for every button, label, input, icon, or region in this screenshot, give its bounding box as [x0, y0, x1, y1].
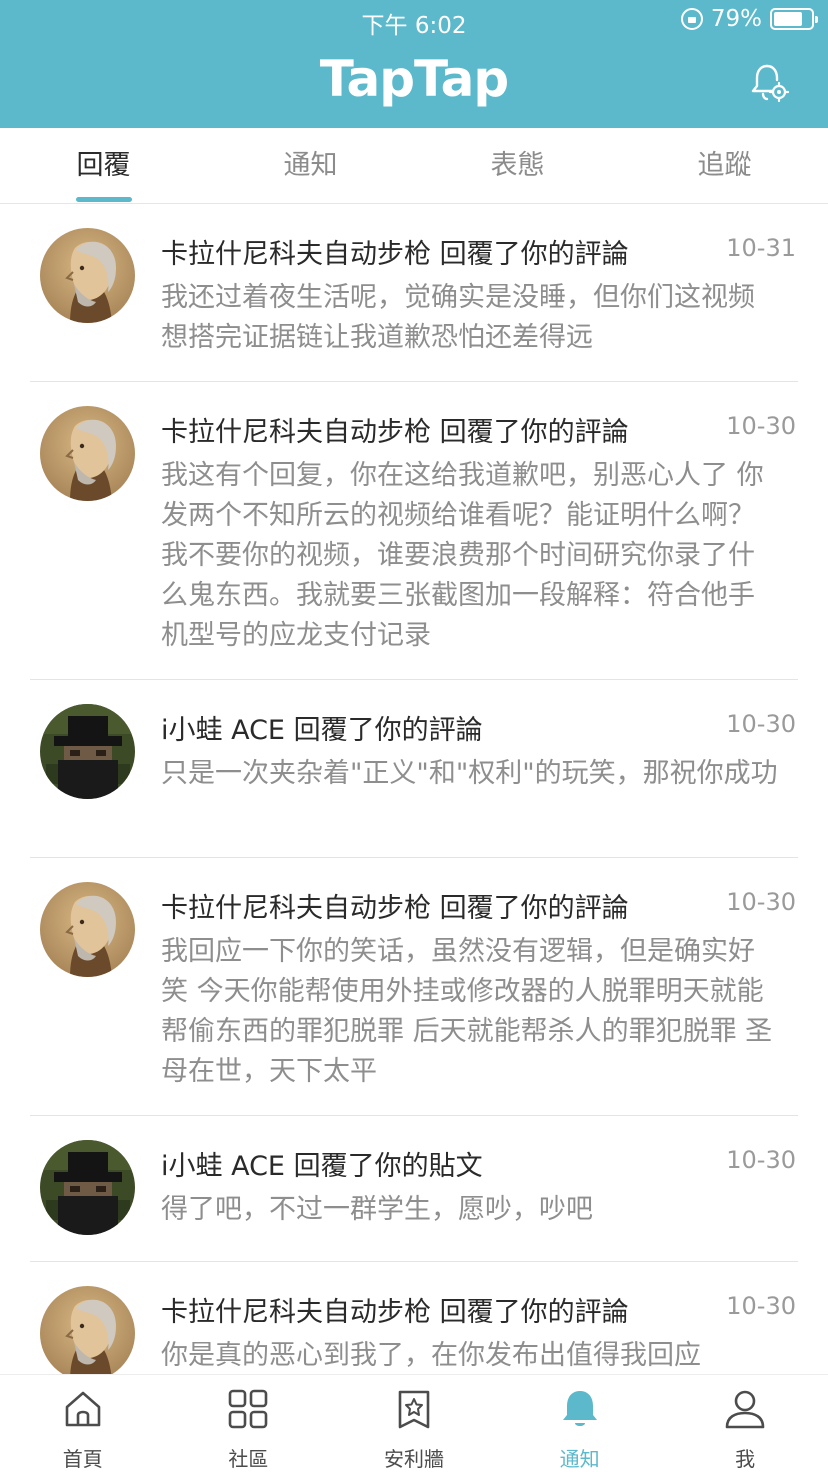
item-body: 我这有个回复，你在这给我道歉吧，别恶心人了 你发两个不知所云的视频给谁看呢？能证…	[161, 460, 764, 651]
item-date: 10-30	[726, 888, 796, 916]
tab-label: 通知	[283, 150, 338, 181]
elder-portrait-avatar[interactable]	[40, 1286, 135, 1374]
item-date: 10-30	[726, 412, 796, 440]
nav-label: 安利牆	[383, 1447, 444, 1471]
tab-bar: 回覆 通知 表態 追蹤	[0, 128, 828, 204]
item-title: i小蛙 ACE 回覆了你的貼文	[161, 1151, 483, 1182]
tab-replies[interactable]: 回覆	[0, 128, 207, 203]
grid-icon	[229, 1389, 268, 1429]
notification-list: 卡拉什尼科夫自动步枪 回覆了你的評論 10-31 我还过着夜生活呢，觉确实是没睡…	[0, 204, 828, 1374]
status-right: 79%	[680, 6, 818, 32]
pixel-hat-avatar[interactable]	[40, 704, 135, 799]
app-title: TapTap	[319, 50, 509, 108]
item-body: 我回应一下你的笑话，虽然没有逻辑，但是确实好笑 今天你能帮使用外挂或修改器的人脱…	[161, 936, 773, 1087]
nav-label: 首頁	[62, 1447, 103, 1471]
bell-settings-icon[interactable]	[750, 62, 790, 104]
star-badge-icon	[398, 1390, 430, 1429]
item-date: 10-30	[726, 1292, 796, 1320]
battery-icon	[770, 8, 818, 30]
app-header: 下午 6:02 79% TapTap	[0, 0, 828, 128]
list-item[interactable]: 卡拉什尼科夫自动步枪 回覆了你的評論 10-30 你是真的恶心到我了，在你发布出…	[30, 1262, 798, 1374]
nav-label: 社區	[228, 1447, 269, 1471]
item-title: 卡拉什尼科夫自动步枪 回覆了你的評論	[161, 239, 629, 270]
tab-following[interactable]: 追蹤	[621, 128, 828, 203]
battery-fill	[774, 12, 803, 26]
item-title: 卡拉什尼科夫自动步枪 回覆了你的評論	[161, 1297, 629, 1328]
rotation-lock-icon	[680, 8, 703, 30]
tab-label: 表態	[490, 150, 545, 181]
nav-home[interactable]: 首頁	[0, 1375, 166, 1472]
user-icon	[725, 1390, 765, 1429]
nav-community[interactable]: 社區	[166, 1375, 332, 1472]
list-item[interactable]: 卡拉什尼科夫自动步枪 回覆了你的評論 10-30 我回应一下你的笑话，虽然没有逻…	[30, 858, 798, 1116]
list-item[interactable]: i小蛙 ACE 回覆了你的貼文 10-30 得了吧，不过一群学生，愿吵，吵吧	[30, 1116, 798, 1262]
tab-label: 追蹤	[697, 150, 752, 181]
item-date: 10-30	[726, 710, 796, 738]
nav-label: 我	[735, 1447, 756, 1471]
nav-notifications[interactable]: 通知	[497, 1375, 663, 1472]
tab-label: 回覆	[76, 150, 131, 181]
tab-notifications[interactable]: 通知	[207, 128, 414, 203]
list-item[interactable]: 卡拉什尼科夫自动步枪 回覆了你的評論 10-30 我这有个回复，你在这给我道歉吧…	[30, 382, 798, 680]
item-title: i小蛙 ACE 回覆了你的評論	[161, 715, 483, 746]
item-body: 只是一次夹杂着"正义"和"权利"的玩笑，那祝你成功	[161, 758, 778, 789]
item-title: 卡拉什尼科夫自动步枪 回覆了你的評論	[161, 893, 629, 924]
home-icon	[65, 1391, 101, 1427]
elder-portrait-avatar[interactable]	[40, 406, 135, 501]
item-date: 10-30	[726, 1146, 796, 1174]
nav-recommend-wall[interactable]: 安利牆	[331, 1375, 497, 1472]
tab-reactions[interactable]: 表態	[414, 128, 621, 203]
nav-label: 通知	[559, 1447, 600, 1471]
bell-icon	[562, 1391, 597, 1426]
item-body: 我还过着夜生活呢，觉确实是没睡，但你们这视频想搭完证据链让我道歉恐怕还差得远	[161, 282, 755, 353]
bottom-nav: 首頁 社區 安利牆 通知 我	[0, 1374, 828, 1472]
item-body: 你是真的恶心到我了，在你发布出值得我回应	[161, 1340, 701, 1371]
item-body: 得了吧，不过一群学生，愿吵，吵吧	[161, 1194, 593, 1225]
list-item[interactable]: i小蛙 ACE 回覆了你的評論 10-30 只是一次夹杂着"正义"和"权利"的玩…	[30, 680, 798, 858]
item-date: 10-31	[726, 234, 796, 262]
battery-percent: 79%	[710, 6, 762, 32]
tab-active-indicator	[75, 197, 132, 202]
nav-me[interactable]: 我	[662, 1375, 828, 1472]
elder-portrait-avatar[interactable]	[40, 228, 135, 323]
list-item[interactable]: 卡拉什尼科夫自动步枪 回覆了你的評論 10-31 我还过着夜生活呢，觉确实是没睡…	[30, 204, 798, 382]
item-title: 卡拉什尼科夫自动步枪 回覆了你的評論	[161, 417, 629, 448]
elder-portrait-avatar[interactable]	[40, 882, 135, 977]
pixel-hat-avatar[interactable]	[40, 1140, 135, 1235]
